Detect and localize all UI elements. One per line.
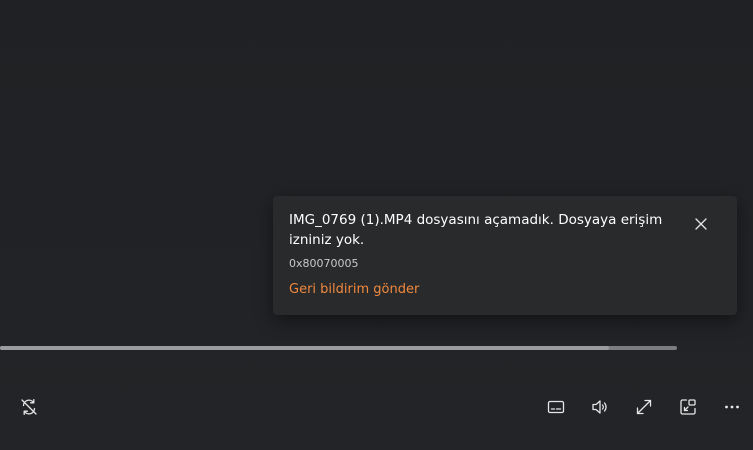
- error-message: IMG_0769 (1).MP4 dosyasını açamadık. Dos…: [289, 212, 663, 248]
- more-options-button[interactable]: [719, 394, 745, 420]
- fullscreen-button[interactable]: [631, 394, 657, 420]
- video-player: IMG_0769 (1).MP4 dosyasını açamadık. Dos…: [0, 0, 753, 450]
- seek-bar[interactable]: [0, 346, 677, 350]
- subtitles-button[interactable]: [543, 394, 569, 420]
- close-notification-button[interactable]: [689, 212, 713, 236]
- subtitles-icon: [547, 400, 565, 414]
- volume-icon: [592, 400, 607, 414]
- mini-player-icon: [680, 399, 696, 415]
- repeat-off-icon: [21, 398, 37, 416]
- error-code: 0x80070005: [289, 257, 359, 270]
- more-options-icon: [725, 405, 739, 409]
- mini-player-button[interactable]: [675, 394, 701, 420]
- error-notification: IMG_0769 (1).MP4 dosyasını açamadık. Dos…: [273, 196, 737, 315]
- seek-bar-progress: [0, 346, 610, 350]
- send-feedback-link[interactable]: Geri bildirim gönder: [289, 281, 419, 299]
- repeat-button[interactable]: [16, 394, 42, 420]
- close-icon: [695, 218, 707, 230]
- fullscreen-icon: [636, 399, 652, 415]
- volume-button[interactable]: [587, 394, 613, 420]
